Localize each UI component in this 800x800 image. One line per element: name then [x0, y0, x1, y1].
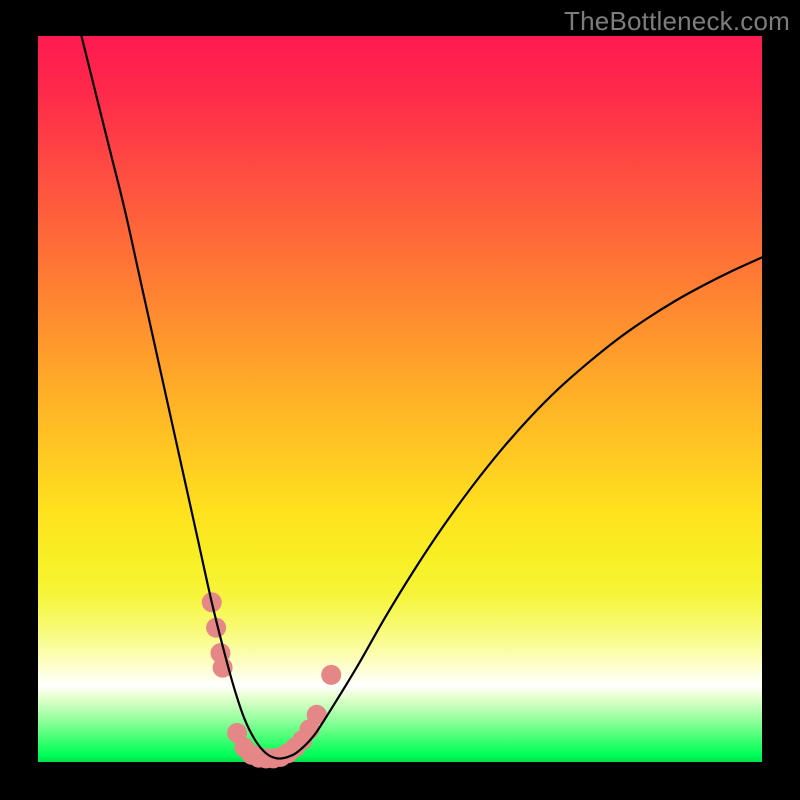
chart-plot-area [38, 36, 762, 762]
chart-markers [202, 592, 341, 768]
chart-svg [38, 36, 762, 762]
chart-marker [321, 665, 341, 685]
watermark-text: TheBottleneck.com [564, 6, 790, 37]
bottleneck-curve [81, 36, 762, 759]
chart-frame: TheBottleneck.com [0, 0, 800, 800]
